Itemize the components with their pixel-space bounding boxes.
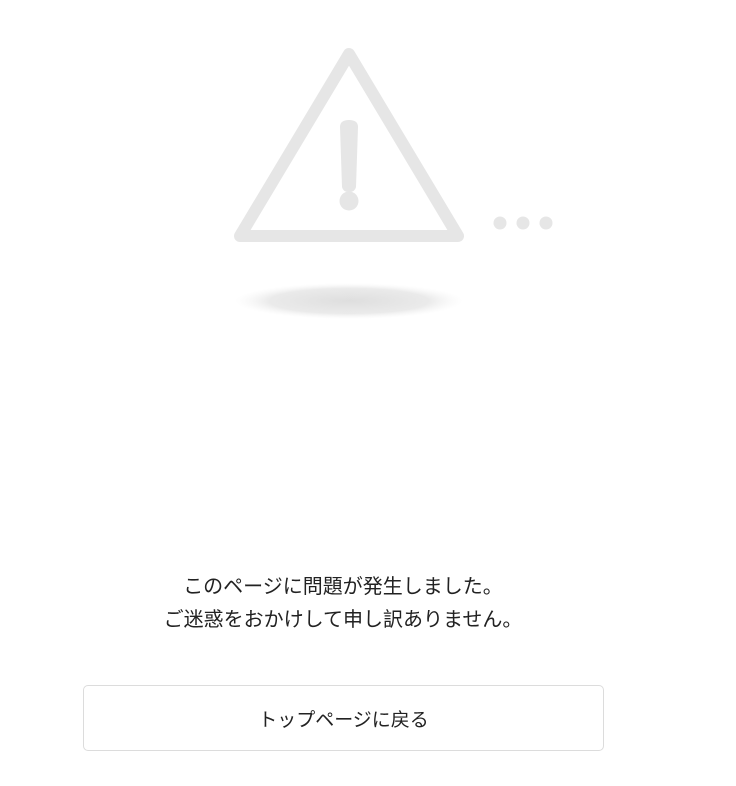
error-page: このページに問題が発生しました。 ご迷惑をおかけして申し訳ありません。 トップペ… — [0, 0, 736, 786]
error-message-line-2: ご迷惑をおかけして申し訳ありません。 — [163, 607, 523, 631]
back-to-top-button[interactable]: トップページに戻る — [83, 685, 604, 751]
warning-triangle-icon — [234, 48, 464, 242]
error-illustration — [234, 48, 553, 319]
error-message-line-1: このページに問題が発生しました。 — [183, 574, 503, 598]
ellipsis-dots-icon — [493, 216, 553, 230]
back-to-top-label: トップページに戻る — [258, 708, 429, 731]
error-message: このページに問題が発生しました。 ご迷惑をおかけして申し訳ありません。 — [83, 570, 603, 636]
ground-shadow — [235, 283, 463, 319]
